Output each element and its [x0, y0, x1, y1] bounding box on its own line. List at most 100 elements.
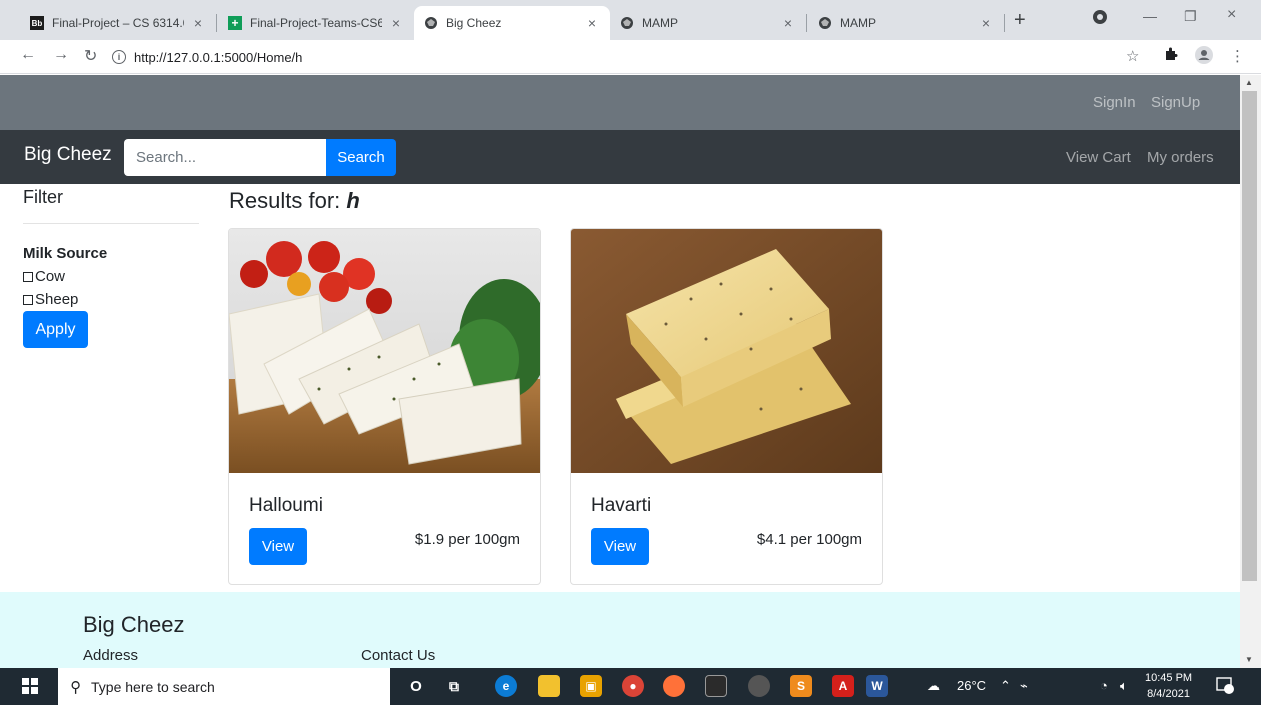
close-icon[interactable]: ×	[780, 15, 796, 31]
product-image-havarti[interactable]	[571, 229, 882, 473]
windows-taskbar: ⚲ Type here to search O ⧉ e ▣ ● S A W ☁ …	[0, 668, 1261, 705]
scroll-up-arrow-icon[interactable]: ▲	[1245, 78, 1253, 87]
main-navbar: Big Cheez Search... Search View Cart My …	[0, 130, 1240, 184]
tab-title: MAMP	[840, 16, 876, 30]
weather-cloud-icon[interactable]: ☁	[927, 678, 940, 694]
signup-link[interactable]: SignUp	[1151, 94, 1200, 111]
tab-final-project[interactable]: Bb Final-Project – CS 6314.0W ×	[20, 6, 216, 40]
results-prefix: Results for:	[229, 188, 347, 213]
file-explorer-icon[interactable]	[538, 675, 560, 697]
clock-date: 8/4/2021	[1147, 688, 1190, 700]
checkbox-sheep[interactable]	[23, 294, 33, 305]
tab-big-cheez[interactable]: Big Cheez ×	[414, 6, 610, 40]
tab-mamp-1[interactable]: MAMP ×	[610, 6, 806, 40]
blackboard-icon: Bb	[30, 16, 44, 30]
product-name: Havarti	[591, 495, 652, 516]
extensions-puzzle-icon[interactable]	[1164, 47, 1178, 65]
store-icon[interactable]: ▣	[580, 675, 602, 697]
url-text: http://127.0.0.1:5000/Home/h	[134, 49, 303, 65]
acrobat-icon[interactable]: A	[832, 675, 854, 697]
close-icon[interactable]: ×	[190, 15, 206, 31]
cortana-icon[interactable]: O	[405, 675, 427, 697]
system-clock[interactable]: 10:45 PM 8/4/2021	[1145, 670, 1192, 702]
taskbar-search-placeholder: Type here to search	[91, 678, 215, 695]
chrome-icon[interactable]: ●	[622, 675, 644, 697]
apply-filter-button[interactable]: Apply	[23, 311, 88, 348]
network-icon[interactable]: ⌁	[1020, 678, 1028, 694]
page-viewport: SignIn SignUp Big Cheez Search... Search…	[0, 75, 1240, 668]
bookmark-star-icon[interactable]: ☆	[1126, 47, 1139, 65]
clock-time: 10:45 PM	[1145, 672, 1193, 684]
notifications-icon[interactable]	[1216, 676, 1234, 697]
filter-option-label: Sheep	[35, 291, 79, 308]
close-icon[interactable]: ×	[978, 15, 994, 31]
my-orders-link[interactable]: My orders	[1147, 149, 1214, 166]
browser-tab-strip: Bb Final-Project – CS 6314.0W × + Final-…	[0, 0, 1261, 40]
product-price: $4.1 per 100gm	[756, 531, 862, 548]
view-cart-link[interactable]: View Cart	[1066, 149, 1131, 166]
volume-icon[interactable]: 🔈︎	[1120, 678, 1128, 694]
weather-temp[interactable]: 26°C	[957, 678, 986, 693]
edge-icon[interactable]: e	[495, 675, 517, 697]
view-product-button[interactable]: View	[591, 528, 649, 565]
sublime-text-icon[interactable]: S	[790, 675, 812, 697]
terminal-icon[interactable]	[705, 675, 727, 697]
browser-toolbar: ← → ↻ i http://127.0.0.1:5000/Home/h ☆ ⋮	[0, 40, 1261, 74]
milk-source-label: Milk Source	[23, 245, 108, 262]
site-footer: Big Cheez Address Contact Us	[0, 592, 1240, 668]
search-input[interactable]: Search...	[124, 139, 326, 176]
forward-button[interactable]: →	[53, 46, 69, 64]
info-icon[interactable]: i	[112, 50, 126, 64]
reload-button[interactable]: ↻	[84, 46, 97, 66]
tab-final-project-teams[interactable]: + Final-Project-Teams-CS63 ×	[218, 6, 414, 40]
profile-avatar-icon[interactable]	[1195, 46, 1213, 68]
scrollbar-thumb[interactable]	[1242, 91, 1257, 581]
tab-title: Final-Project-Teams-CS63	[250, 16, 382, 30]
tab-title: MAMP	[642, 16, 678, 30]
extension-record-icon[interactable]	[1092, 9, 1108, 28]
close-window-button[interactable]: ×	[1227, 6, 1236, 24]
taskbar-search-box[interactable]: ⚲ Type here to search	[58, 668, 390, 705]
brand-logo[interactable]: Big Cheez	[24, 144, 112, 166]
results-query: h	[346, 188, 360, 213]
product-card-halloumi: Halloumi View $1.9 per 100gm	[228, 228, 541, 585]
word-icon[interactable]: W	[866, 675, 888, 697]
filter-divider	[23, 223, 199, 224]
new-tab-button[interactable]: +	[1014, 9, 1026, 32]
page-scrollbar[interactable]: ▲ ▼	[1240, 75, 1261, 668]
task-view-icon[interactable]: ⧉	[443, 675, 465, 697]
footer-address-heading: Address	[83, 647, 139, 664]
firefox-icon[interactable]	[663, 675, 685, 697]
minimize-button[interactable]: —	[1143, 8, 1157, 24]
filter-option-sheep[interactable]: Sheep	[23, 291, 78, 308]
product-card-havarti: Havarti View $4.1 per 100gm	[570, 228, 883, 585]
address-bar[interactable]: i http://127.0.0.1:5000/Home/h	[112, 44, 1112, 70]
menu-kebab-icon[interactable]: ⋮	[1230, 47, 1245, 65]
globe-icon	[620, 16, 634, 30]
signin-link[interactable]: SignIn	[1093, 94, 1136, 111]
wifi-icon[interactable]: ◔	[1100, 678, 1108, 693]
tab-title: Big Cheez	[446, 16, 502, 30]
scroll-down-arrow-icon[interactable]: ▼	[1245, 655, 1253, 664]
search-icon: ⚲	[70, 678, 81, 696]
windows-start-icon[interactable]	[22, 678, 38, 694]
product-name: Halloumi	[249, 495, 323, 516]
search-placeholder: Search...	[136, 149, 197, 166]
back-button[interactable]: ←	[20, 46, 36, 64]
sheets-icon: +	[228, 16, 242, 30]
close-icon[interactable]: ×	[584, 15, 600, 31]
restore-button[interactable]: ❐	[1184, 8, 1197, 25]
filter-option-cow[interactable]: Cow	[23, 268, 65, 285]
checkbox-cow[interactable]	[23, 271, 33, 282]
filter-heading: Filter	[23, 187, 63, 207]
close-icon[interactable]: ×	[388, 15, 404, 31]
tray-expand-icon[interactable]: ⌃	[1000, 678, 1011, 694]
github-desktop-icon[interactable]	[748, 675, 770, 697]
view-product-button[interactable]: View	[249, 528, 307, 565]
search-button[interactable]: Search	[326, 139, 396, 176]
filter-option-label: Cow	[35, 268, 66, 285]
globe-icon	[424, 16, 438, 30]
results-heading: Results for: h	[229, 188, 360, 214]
product-image-halloumi[interactable]	[229, 229, 540, 473]
tab-mamp-2[interactable]: MAMP ×	[808, 6, 1004, 40]
